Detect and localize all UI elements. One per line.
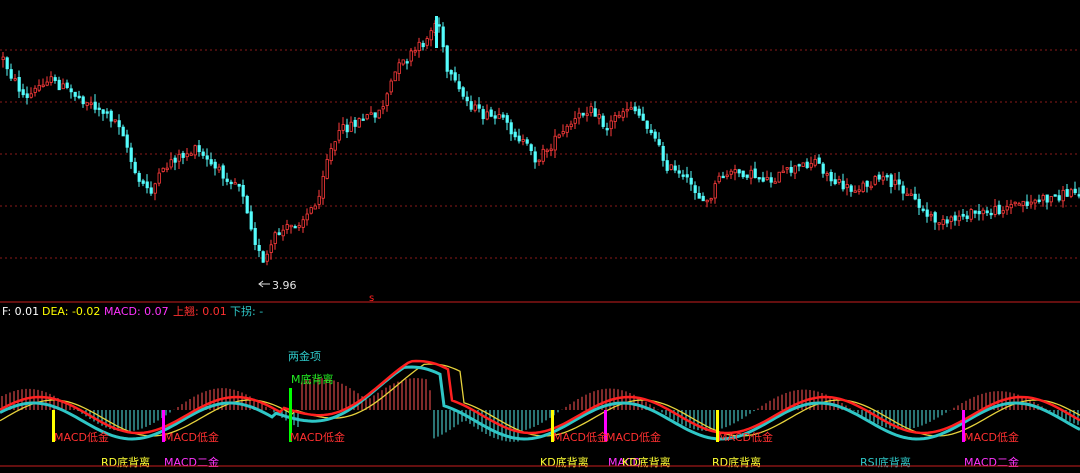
up-value: 上翘: 0.01: [173, 305, 227, 318]
signal-label: RD底背离: [101, 455, 150, 469]
stock-chart[interactable]: 3.96 s F: 0.01 DEA: -0.02 MACD: 0.07 上翘:…: [0, 0, 1080, 469]
candle[interactable]: [1053, 194, 1057, 197]
signal-label: MACD二金: [964, 455, 1019, 469]
indicator-header: F: 0.01 DEA: -0.02 MACD: 0.07 上翘: 0.01 下…: [2, 304, 263, 318]
signal-label: 两金项: [288, 349, 321, 363]
candle[interactable]: [245, 194, 249, 214]
signal-label: MACD低金: [54, 430, 109, 444]
candle[interactable]: [801, 162, 805, 167]
signal-label: MACD低金: [164, 430, 219, 444]
signal-label: MACD低金: [606, 430, 661, 444]
signal-label: KD底背离: [622, 455, 671, 469]
signal-label: RSI底背离: [860, 455, 911, 469]
candle[interactable]: [435, 16, 438, 48]
signal-label: MACD二金: [164, 455, 219, 469]
signal-label: MACD低金: [553, 430, 608, 444]
candle[interactable]: [309, 207, 313, 215]
down-value: 下拐: -: [230, 304, 263, 318]
macd-value: MACD: 0.07: [104, 305, 169, 318]
signal-label: MACD低金: [964, 430, 1019, 444]
chart-svg[interactable]: 3.96 s F: 0.01 DEA: -0.02 MACD: 0.07 上翘:…: [0, 0, 1080, 469]
candle[interactable]: [357, 117, 361, 128]
candle[interactable]: [393, 71, 397, 82]
signal-label: KD底背离: [540, 455, 589, 469]
price-low-label: 3.96: [272, 279, 297, 292]
candle[interactable]: [777, 171, 781, 183]
signal-label: MACD低金: [290, 430, 345, 444]
candle[interactable]: [669, 164, 673, 171]
dea-value: DEA: -0.02: [42, 305, 100, 318]
candle[interactable]: [873, 175, 877, 186]
signal-label: M底背离: [291, 372, 334, 386]
signal-label: MACD低金: [718, 430, 773, 444]
candle[interactable]: [377, 109, 381, 119]
candle[interactable]: [261, 250, 265, 263]
candle[interactable]: [161, 167, 165, 173]
dif-value: F: 0.01: [2, 305, 39, 318]
candle[interactable]: [1069, 187, 1073, 199]
signal-label: RD底背离: [712, 455, 761, 469]
